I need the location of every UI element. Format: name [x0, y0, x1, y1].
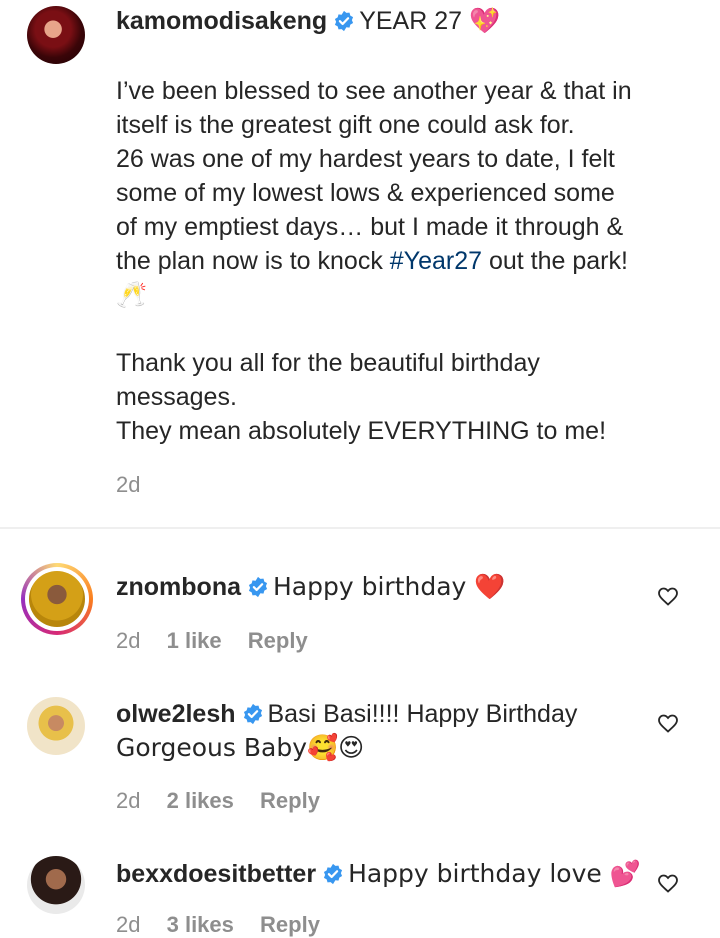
comment-meta: 2d 2 likes Reply — [116, 788, 320, 814]
caption-line-2: itself is the greatest gift one could as… — [116, 111, 575, 139]
caption-line-8: Thank you all for the beautiful birthday — [116, 349, 540, 377]
comment-avatar-znombona[interactable] — [21, 563, 93, 635]
caption-line-4: some of my lowest lows & experienced som… — [116, 179, 615, 207]
caption-header: kamomodisakeng YEAR 27 💖 — [116, 4, 500, 38]
comment-timestamp: 2d — [116, 628, 141, 653]
caption-timestamp: 2d — [116, 472, 141, 497]
heart-outline-icon[interactable] — [656, 711, 680, 735]
caption-line-1: I’ve been blessed to see another year & … — [116, 77, 632, 105]
verified-badge-icon — [243, 703, 262, 725]
comment-likes[interactable]: 1 like — [167, 628, 222, 653]
caption-title: YEAR 27 💖 — [359, 7, 501, 35]
verified-badge-icon — [248, 576, 268, 598]
comment-text: Happy birthday ❤️ — [273, 572, 506, 601]
caption-line-9: messages. — [116, 383, 237, 411]
heart-outline-icon[interactable] — [656, 871, 680, 895]
hashtag-link[interactable]: #Year27 — [390, 247, 482, 275]
comment-avatar-bexxdoesitbetter[interactable] — [27, 856, 85, 914]
reply-button[interactable]: Reply — [248, 628, 308, 653]
comment-meta: 2d 3 likes Reply — [116, 912, 320, 938]
caption-author-avatar[interactable] — [27, 6, 85, 64]
verified-badge-icon — [335, 10, 354, 32]
comment-likes[interactable]: 2 likes — [167, 788, 234, 813]
comment-bexxdoesitbetter: bexxdoesitbetter Happy birthday love 💕 — [116, 857, 641, 891]
comment-username[interactable]: olwe2lesh — [116, 700, 236, 728]
caption-line-5: of my emptiest days… but I made it throu… — [116, 213, 624, 241]
comment-text: Basi Basi!!!! Happy Birthday — [267, 700, 578, 728]
comment-username[interactable]: znombona — [116, 573, 241, 601]
caption-line-6-start: the plan now is to knock — [116, 247, 390, 275]
reply-button[interactable]: Reply — [260, 788, 320, 813]
comment-meta: 2d 1 like Reply — [116, 628, 308, 654]
caption-line-3: 26 was one of my hardest years to date, … — [116, 145, 615, 173]
caption-line-6: the plan now is to knock #Year27 out the… — [116, 244, 628, 278]
comment-olwe2lesh: olwe2lesh Basi Basi!!!! Happy Birthday — [116, 697, 577, 731]
comment-avatar-olwe2lesh[interactable] — [27, 697, 85, 755]
heart-outline-icon[interactable] — [656, 584, 680, 608]
caption-line-6-end: out the park! — [482, 247, 628, 275]
comment-znombona: znombona Happy birthday ❤️ — [116, 570, 505, 604]
verified-badge-icon — [323, 863, 343, 885]
divider — [0, 527, 720, 529]
caption-line-10: They mean absolutely EVERYTHING to me! — [116, 417, 607, 445]
caption-username[interactable]: kamomodisakeng — [116, 7, 327, 35]
comment-username[interactable]: bexxdoesitbetter — [116, 860, 316, 888]
comment-text: Happy birthday love 💕 — [348, 859, 641, 888]
comment-timestamp: 2d — [116, 788, 141, 813]
champagne-emoji: 🥂 — [116, 280, 148, 309]
comment-text-line-2: Gorgeous Baby🥰😍 — [116, 733, 365, 762]
